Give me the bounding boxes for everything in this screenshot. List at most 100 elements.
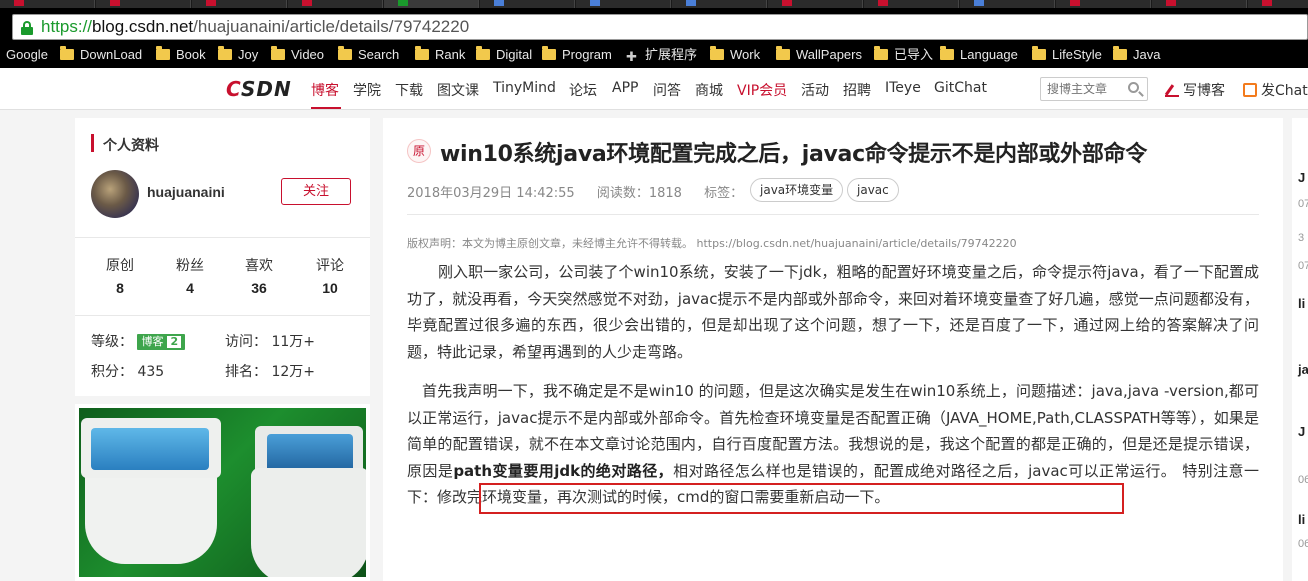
right-sidebar-fragment[interactable]: li — [1298, 512, 1305, 527]
bookmark-12[interactable]: 已导入 — [874, 46, 933, 64]
bookmark-label: Work — [730, 47, 761, 62]
browser-tab[interactable] — [192, 0, 287, 8]
browser-tab[interactable] — [768, 0, 863, 8]
nav-item-4[interactable]: TinyMind — [493, 80, 556, 96]
right-sidebar-fragment: 06 — [1298, 538, 1308, 550]
bookmark-label: Joy — [238, 47, 259, 62]
browser-tab-active[interactable] — [384, 0, 479, 8]
nav-item-0[interactable]: 博客 — [311, 80, 339, 100]
nav-item-11[interactable]: 招聘 — [843, 80, 871, 100]
bookmark-0[interactable]: Google — [6, 46, 48, 64]
nav-item-5[interactable]: 论坛 — [569, 80, 597, 100]
visits-label: 访问： — [225, 334, 267, 350]
sidebar-ad[interactable] — [75, 404, 370, 581]
tag-javac[interactable]: javac — [847, 178, 899, 202]
bookmark-10[interactable]: Work — [710, 46, 760, 64]
bookmark-4[interactable]: Video — [271, 46, 324, 64]
bookmark-6[interactable]: Rank — [415, 46, 465, 64]
right-sidebar-fragment[interactable]: J — [1298, 424, 1305, 439]
folder-icon — [338, 46, 352, 60]
level-badge[interactable]: 博客 2 — [137, 334, 186, 350]
nav-item-12[interactable]: ITeye — [885, 80, 921, 96]
tab-favicon-icon — [686, 0, 696, 6]
nav-item-13[interactable]: GitChat — [934, 80, 987, 96]
nav-item-10[interactable]: 活动 — [801, 80, 829, 100]
browser-tab[interactable] — [1056, 0, 1151, 8]
bookmark-2[interactable]: Book — [156, 46, 206, 64]
article-meta: 2018年03月29日 14:42:55 阅读数：1818 标签： — [407, 182, 743, 201]
stat-item[interactable]: 喜欢 36 — [229, 255, 289, 296]
browser-tab[interactable] — [0, 0, 95, 8]
username[interactable]: huajuanaini — [147, 184, 225, 200]
tab-favicon-icon — [782, 0, 792, 6]
bookmark-8[interactable]: Program — [542, 46, 612, 64]
bookmark-label: Video — [291, 47, 325, 62]
bookmark-13[interactable]: Language — [940, 46, 1018, 64]
read-count-label: 阅读数： — [596, 186, 649, 201]
browser-tab[interactable] — [96, 0, 191, 8]
browser-tab[interactable] — [672, 0, 767, 8]
bookmark-label: LifeStyle — [1052, 47, 1102, 62]
bookmark-9[interactable]: ✚ 扩展程序 — [626, 46, 697, 64]
right-sidebar-fragment: 07 — [1298, 198, 1308, 210]
nav-item-2[interactable]: 下载 — [395, 80, 423, 100]
stat-item[interactable]: 粉丝 4 — [160, 255, 220, 296]
puzzle-icon: ✚ — [626, 49, 637, 64]
right-sidebar-fragment[interactable]: ja — [1298, 362, 1308, 377]
blog-search[interactable] — [1040, 77, 1148, 101]
right-sidebar-fragment[interactable]: J — [1298, 170, 1305, 185]
divider — [407, 214, 1259, 215]
bookmark-7[interactable]: Digital — [476, 46, 532, 64]
bookmark-1[interactable]: DownLoad — [60, 46, 142, 64]
browser-tab[interactable] — [1248, 0, 1308, 8]
tag-java-env[interactable]: java环境变量 — [750, 178, 844, 202]
browser-tab[interactable] — [864, 0, 959, 8]
bookmark-11[interactable]: WallPapers — [776, 46, 862, 64]
csdn-logo[interactable]: CSDN — [226, 77, 292, 101]
write-blog-link[interactable]: 写博客 — [1165, 80, 1225, 100]
url-scheme: https:// — [41, 17, 93, 36]
nav-item-8[interactable]: 商城 — [695, 80, 723, 100]
folder-icon — [415, 46, 429, 60]
nav-item-9[interactable]: VIP会员 — [737, 80, 787, 100]
stat-value: 10 — [322, 280, 338, 296]
bookmark-3[interactable]: Joy — [218, 46, 258, 64]
bookmark-5[interactable]: Search — [338, 46, 399, 64]
search-icon[interactable] — [1128, 82, 1139, 93]
browser-tab[interactable] — [960, 0, 1055, 8]
nav-item-3[interactable]: 图文课 — [437, 80, 479, 100]
bookmark-label: Java — [1133, 47, 1161, 62]
divider — [75, 237, 370, 238]
bookmark-label: Book — [176, 47, 206, 62]
stat-item[interactable]: 评论 10 — [300, 255, 360, 296]
stat-item[interactable]: 原创 8 — [90, 255, 150, 296]
right-sidebar-fragment[interactable]: li — [1298, 296, 1305, 311]
bold-emphasis: path变量要用jdk的绝对路径， — [453, 461, 674, 480]
bookmark-14[interactable]: LifeStyle — [1032, 46, 1102, 64]
nav-item-1[interactable]: 学院 — [353, 80, 381, 100]
gitchat-link[interactable]: 发Chat — [1243, 80, 1308, 100]
folder-icon — [1032, 46, 1046, 60]
browser-tab[interactable] — [1152, 0, 1247, 8]
site-navbar: CSDN 博客 学院 下载 图文课 TinyMind 论坛 APP 问答 商城 VIP会员 活动 招聘… — [0, 68, 1308, 110]
ad-image-aquarium-toilets[interactable] — [79, 408, 366, 577]
rank-value: 12万+ — [271, 364, 315, 380]
tab-favicon-icon — [1262, 0, 1272, 6]
url-text[interactable]: https://blog.csdn.net/huajuanaini/articl… — [41, 17, 469, 37]
divider — [75, 315, 370, 316]
address-bar[interactable]: https://blog.csdn.net/huajuanaini/articl… — [12, 14, 1308, 40]
nav-item-7[interactable]: 问答 — [653, 80, 681, 100]
article-paragraph-2: 首先我声明一下，我不确定是不是win10 的问题，但是这次确实是发生在win10… — [407, 382, 1259, 506]
browser-tab[interactable] — [288, 0, 383, 8]
nav-item-6[interactable]: APP — [612, 80, 638, 96]
search-input[interactable] — [1047, 81, 1125, 97]
stat-value: 4 — [186, 280, 194, 296]
tab-favicon-icon — [14, 0, 24, 6]
follow-button[interactable]: 关注 — [281, 178, 351, 205]
bookmark-15[interactable]: Java — [1113, 46, 1160, 64]
article-paragraph-1: 刚入职一家公司，公司装了个win10系统，安装了一下jdk，粗略的配置好环境变量… — [407, 263, 1259, 361]
browser-tab[interactable] — [576, 0, 671, 8]
stat-label: 评论 — [316, 258, 344, 274]
avatar[interactable] — [91, 170, 139, 218]
browser-tab[interactable] — [480, 0, 575, 8]
